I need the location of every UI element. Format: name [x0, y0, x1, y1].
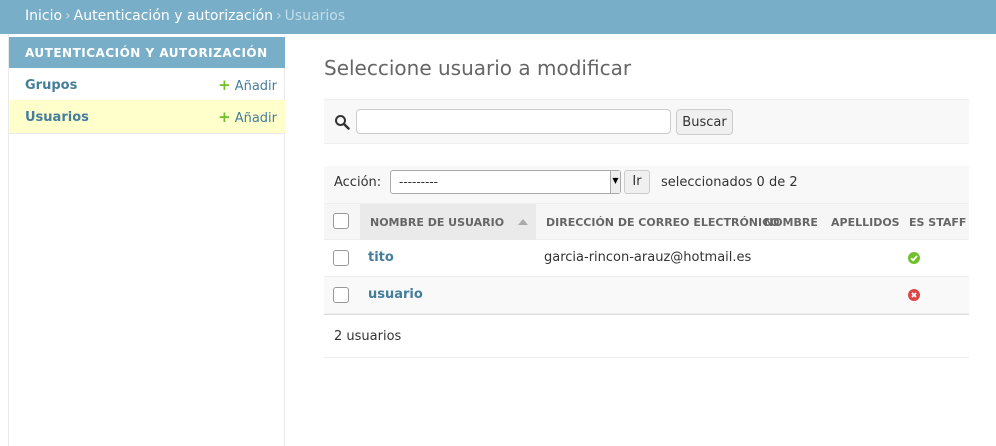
page-title: Seleccione usuario a modificar: [324, 56, 632, 80]
add-link-label: Añadir: [234, 111, 277, 126]
actions-bar: Acción: --------- ▼ Ir seleccionados 0 d…: [324, 166, 969, 204]
plus-icon: +: [218, 76, 231, 94]
sidebar-item-label[interactable]: Usuarios: [25, 110, 89, 125]
email-cell: garcia-rincon-arauz@hotmail.es: [544, 250, 752, 265]
plus-icon: +: [218, 108, 231, 126]
table-header: NOMBRE DE USUARIO DIRECCIÓN DE CORREO EL…: [324, 204, 969, 240]
sort-ascending-icon: [518, 219, 528, 225]
module-caption-label: AUTENTICACIÓN Y AUTORIZACIÓN: [25, 46, 268, 60]
column-header-is-staff[interactable]: ES STAFF: [909, 204, 966, 240]
selection-counter: seleccionados 0 de 2: [661, 175, 798, 190]
breadcrumb-section-link[interactable]: Autenticación y autorización: [74, 8, 273, 24]
sidebar-item-usuarios: Usuarios + Añadir: [9, 100, 285, 134]
search-input[interactable]: [356, 109, 671, 134]
cross-icon: [908, 289, 920, 301]
table-row: tito garcia-rincon-arauz@hotmail.es: [324, 240, 969, 277]
column-header-username[interactable]: NOMBRE DE USUARIO: [360, 204, 536, 240]
go-button[interactable]: Ir: [624, 170, 650, 194]
select-all-checkbox[interactable]: [333, 213, 349, 229]
sidebar: AUTENTICACIÓN Y AUTORIZACIÓN Grupos + Aña…: [8, 34, 285, 446]
row-checkbox[interactable]: [333, 287, 349, 303]
breadcrumb-current: Usuarios: [284, 8, 346, 24]
column-header-first-name[interactable]: NOMBRE: [764, 204, 818, 240]
action-select[interactable]: --------- ▼: [390, 170, 621, 194]
sidebar-item-grupos: Grupos + Añadir: [9, 68, 285, 102]
add-grupo-link[interactable]: + Añadir: [218, 76, 277, 94]
username-link[interactable]: usuario: [368, 287, 423, 302]
column-header-label: NOMBRE DE USUARIO: [370, 216, 505, 229]
breadcrumb-home-link[interactable]: Inicio: [25, 8, 62, 24]
add-link-label: Añadir: [234, 79, 277, 94]
result-count: 2 usuarios: [324, 314, 969, 358]
chevron-down-icon: ▼: [610, 171, 620, 193]
username-link[interactable]: tito: [368, 250, 394, 265]
search-icon: [335, 115, 350, 130]
sidebar-item-label[interactable]: Grupos: [25, 78, 77, 93]
column-header-last-name[interactable]: APELLIDOS: [831, 204, 900, 240]
module-caption[interactable]: AUTENTICACIÓN Y AUTORIZACIÓN: [9, 37, 285, 68]
add-usuario-link[interactable]: + Añadir: [218, 108, 277, 126]
breadcrumb-separator: ›: [276, 8, 282, 24]
column-header-email[interactable]: DIRECCIÓN DE CORREO ELECTRÓNICO: [546, 204, 780, 240]
table-row: usuario: [324, 277, 969, 314]
action-label: Acción:: [334, 175, 382, 190]
action-select-value: ---------: [399, 175, 438, 189]
breadcrumb-separator: ›: [65, 8, 71, 24]
breadcrumb: Inicio › Autenticación y autorización › Usua…: [0, 0, 996, 34]
check-icon: [908, 252, 920, 264]
search-toolbar: Buscar: [324, 99, 969, 144]
search-button[interactable]: Buscar: [676, 109, 733, 135]
row-checkbox[interactable]: [333, 250, 349, 266]
